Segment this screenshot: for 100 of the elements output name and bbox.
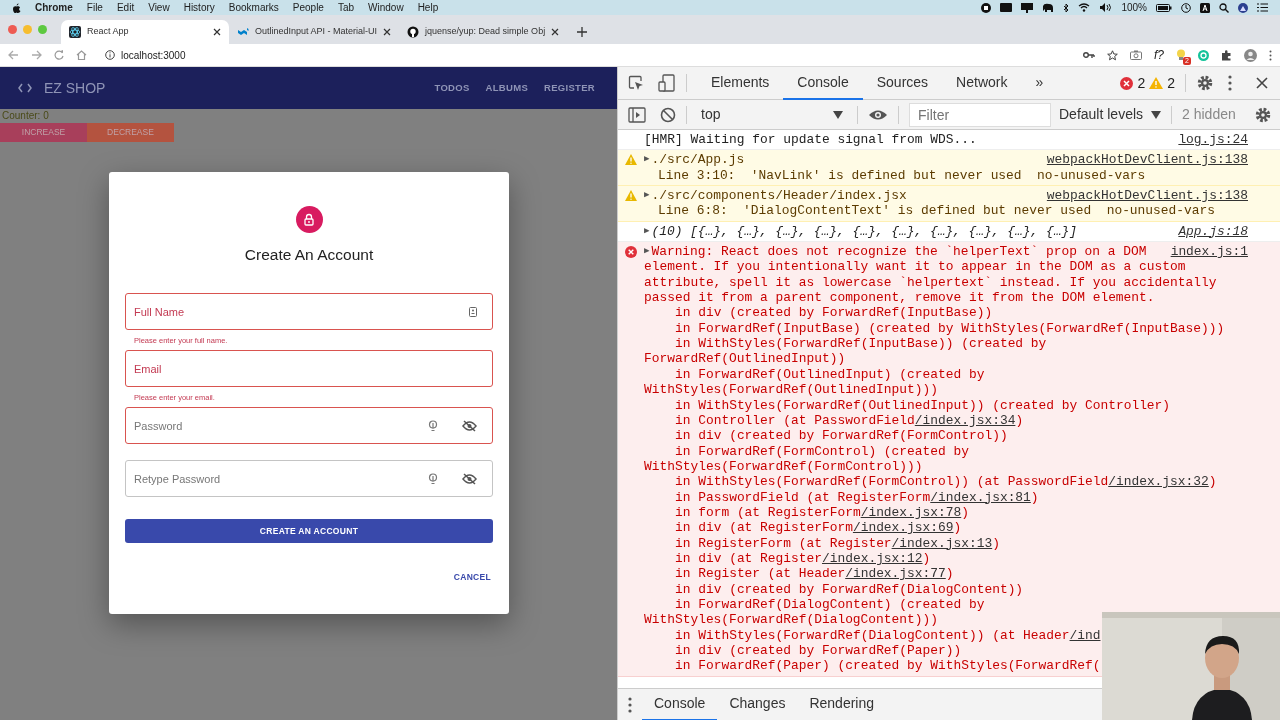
source-link[interactable]: /index.jsx:81 xyxy=(930,489,1031,505)
volume-icon[interactable] xyxy=(1099,3,1113,12)
input-source-icon[interactable] xyxy=(1200,2,1210,13)
reload-icon[interactable] xyxy=(54,50,64,60)
browser-tab[interactable]: OutlinedInput API - Material-UI xyxy=(229,20,400,44)
info-icon xyxy=(105,50,115,60)
search-icon[interactable] xyxy=(1219,2,1229,13)
input-field[interactable]: Email xyxy=(125,350,493,388)
clear-console-icon[interactable] xyxy=(660,106,676,123)
star-icon[interactable] xyxy=(1107,49,1118,61)
new-tab-icon[interactable] xyxy=(577,27,588,37)
close-window-button[interactable] xyxy=(8,25,17,34)
display-icon[interactable] xyxy=(1021,2,1034,13)
source-link[interactable]: webpackHotDevClient.js:138 xyxy=(1046,152,1248,168)
filter-field[interactable]: Filter xyxy=(909,102,1051,127)
more-tabs-button[interactable]: » xyxy=(1021,66,1058,100)
browser-tab[interactable]: React App xyxy=(61,20,229,44)
menu-item[interactable]: File xyxy=(86,0,103,15)
key-icon[interactable] xyxy=(428,419,438,432)
wifi-icon[interactable] xyxy=(1078,3,1091,12)
source-link[interactable]: /index.jsx:77 xyxy=(845,566,946,582)
cancel-button[interactable]: CANCEL xyxy=(447,570,497,585)
drawer-tab[interactable]: Rendering xyxy=(797,688,887,720)
app-menu[interactable]: Chrome xyxy=(35,0,73,15)
close-icon[interactable] xyxy=(551,28,560,36)
expand-toggle[interactable]: ▶ xyxy=(644,152,652,168)
user-avatar-icon[interactable] xyxy=(1238,2,1248,13)
context-selector[interactable]: top xyxy=(697,104,847,125)
nav-link[interactable]: ALBUMS xyxy=(481,80,533,96)
elephant-icon[interactable] xyxy=(1042,3,1055,12)
expand-toggle[interactable]: ▶ xyxy=(644,244,652,260)
clock-icon[interactable] xyxy=(1181,2,1191,13)
devtools-tab[interactable]: Elements xyxy=(697,66,784,100)
source-link[interactable]: /index.jsx:32 xyxy=(1108,474,1209,490)
record-icon[interactable] xyxy=(981,2,992,13)
menu-item[interactable]: Tab xyxy=(337,0,355,15)
camera-icon[interactable] xyxy=(1130,50,1142,60)
bluetooth-icon[interactable] xyxy=(1063,2,1070,13)
source-link[interactable]: /ind xyxy=(1069,627,1101,643)
source-link[interactable]: /index.jsx:34 xyxy=(914,412,1016,428)
drawer-tab[interactable]: Changes xyxy=(717,688,798,720)
source-link[interactable]: webpackHotDevClient.js:138 xyxy=(1046,188,1248,204)
kebab-menu-icon[interactable] xyxy=(1228,75,1232,91)
key-icon[interactable] xyxy=(428,472,438,485)
source-link[interactable]: /index.jsx:69 xyxy=(852,520,954,536)
menu-item[interactable]: View xyxy=(148,0,170,15)
console-text: WithStyles(ForwardRef(DialogContent))) xyxy=(644,612,938,628)
error-count: 2 xyxy=(1137,73,1146,93)
source-link[interactable]: /index.jsx:78 xyxy=(860,504,962,520)
battery-icon[interactable] xyxy=(1156,3,1172,12)
menu-item[interactable]: Bookmarks xyxy=(228,0,279,15)
menu-item[interactable]: Help xyxy=(417,0,439,15)
device-icon[interactable] xyxy=(658,74,676,92)
contact-card-icon[interactable] xyxy=(469,306,477,317)
input-field[interactable]: Retype Password xyxy=(125,460,493,498)
input-field[interactable]: Password xyxy=(125,407,493,445)
puzzle-icon[interactable] xyxy=(1221,49,1232,61)
console-text: Warning: React does not recognize the `helperText` prop on a DOM xyxy=(651,244,1147,260)
kebab-menu-icon[interactable] xyxy=(628,696,632,713)
menu-item[interactable]: History xyxy=(183,0,215,15)
key-icon[interactable] xyxy=(1083,51,1095,59)
create-account-button[interactable]: CREATE AN ACCOUNT xyxy=(125,519,493,544)
console-text: (10) [{…}, {…}, {…}, {…}, {…}, {…}, {…}, {…}, {…}, {…}] xyxy=(651,223,1077,240)
devtools-tab[interactable]: Sources xyxy=(862,66,943,100)
source-link[interactable]: index.js:1 xyxy=(1170,244,1248,260)
menu-item[interactable]: Window xyxy=(368,0,404,15)
nav-link[interactable]: REGISTER xyxy=(540,80,599,96)
source-link[interactable]: /index.jsx:13 xyxy=(891,535,993,551)
list-icon[interactable] xyxy=(1257,3,1268,12)
code-icon[interactable] xyxy=(18,83,32,93)
drawer-tab[interactable]: Console xyxy=(642,688,718,720)
log-levels-dropdown[interactable]: Default levels xyxy=(1059,104,1162,125)
source-link[interactable]: /index.jsx:12 xyxy=(822,550,923,566)
eye-off-icon[interactable] xyxy=(462,419,477,432)
devtools-tab[interactable]: Network xyxy=(942,66,1022,100)
browser-tab[interactable]: jquense/yup: Dead simple Obj xyxy=(399,20,568,44)
menu-item[interactable]: People xyxy=(292,0,324,15)
error-icon[interactable] xyxy=(1120,76,1134,90)
input-field[interactable]: Full Name xyxy=(125,293,493,331)
profile-avatar-icon[interactable] xyxy=(1244,48,1257,62)
sidebar-toggle-icon[interactable] xyxy=(628,106,646,123)
nav-link[interactable]: TODOS xyxy=(430,80,474,96)
kebab-menu-icon[interactable] xyxy=(1269,49,1272,61)
close-icon[interactable] xyxy=(213,28,221,36)
eye-icon[interactable] xyxy=(868,108,888,121)
close-icon[interactable] xyxy=(383,28,392,36)
expand-toggle[interactable]: ▶ xyxy=(644,188,652,204)
close-icon[interactable] xyxy=(1256,77,1268,89)
inspect-icon[interactable] xyxy=(628,75,644,91)
expand-toggle[interactable]: ▶ xyxy=(644,223,652,240)
menu-item[interactable]: Edit xyxy=(116,0,135,15)
settings-icon[interactable] xyxy=(1254,105,1272,124)
settings-icon[interactable] xyxy=(1196,74,1214,92)
source-link[interactable]: App.js:18 xyxy=(1178,223,1248,240)
home-icon[interactable] xyxy=(76,50,87,60)
window-icon[interactable] xyxy=(1000,3,1013,12)
extension-button[interactable]: f? xyxy=(1154,46,1164,64)
lightbulb-icon[interactable] xyxy=(1176,49,1186,61)
eye-off-icon[interactable] xyxy=(462,472,477,485)
source-link[interactable]: log.js:24 xyxy=(1178,132,1248,148)
